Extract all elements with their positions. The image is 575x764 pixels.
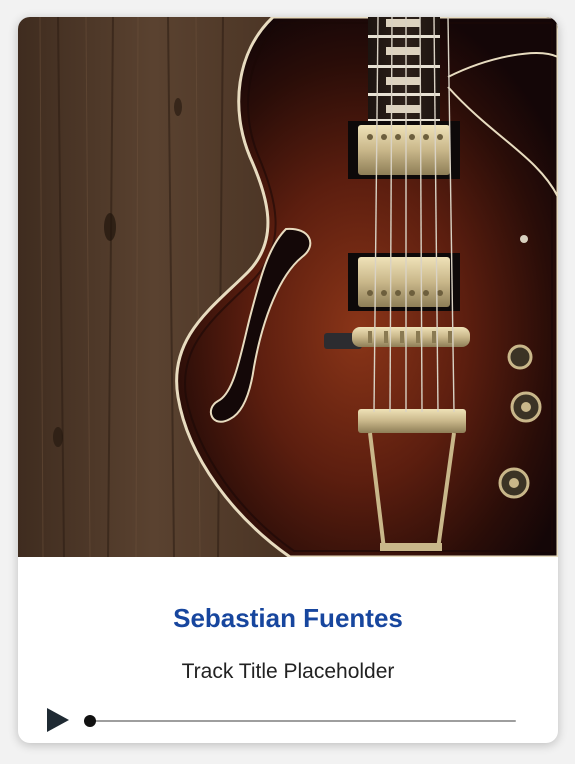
- album-artwork: [18, 17, 558, 557]
- track-title: Track Title Placeholder: [181, 660, 395, 683]
- artist-name: Sebastian Fuentes: [173, 603, 403, 633]
- playback-controls: [44, 703, 524, 739]
- track-info-panel: Sebastian Fuentes Track Title Placeholde…: [18, 557, 558, 743]
- progress-thumb[interactable]: [84, 715, 96, 727]
- music-player-card: Sebastian Fuentes Track Title Placeholde…: [18, 17, 558, 743]
- progress-slider[interactable]: [84, 715, 516, 727]
- play-icon: [47, 708, 69, 732]
- progress-track: [90, 720, 516, 722]
- play-button[interactable]: [44, 705, 74, 735]
